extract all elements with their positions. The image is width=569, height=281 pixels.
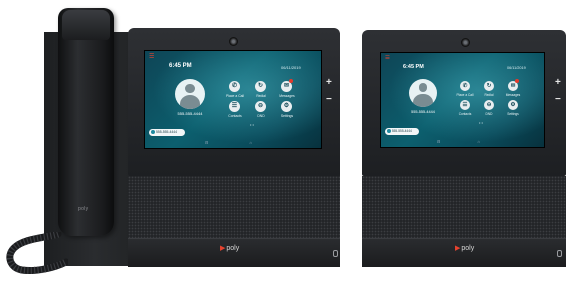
caller-number: 555-555-4444 — [411, 110, 435, 114]
page-indicator: • • — [479, 120, 483, 125]
volume-down-button-2[interactable]: − — [555, 95, 561, 105]
line-key-pill[interactable]: 555-555-4444 — [149, 129, 185, 136]
poly-logo-mark-icon: ▶ — [220, 245, 226, 252]
touchscreen-2[interactable]: ☰ 6:45 PM 06/11/2019 555-555-4444 ✆ Plac… — [380, 52, 545, 148]
base-footer-2 — [362, 238, 566, 267]
messages-badge — [289, 79, 293, 83]
clock-date: 06/11/2019 — [281, 65, 301, 70]
volume-down-button-1[interactable]: − — [326, 95, 332, 105]
place-call-icon[interactable]: ✆ — [229, 81, 240, 92]
dnd-icon[interactable]: ⊖ — [255, 101, 266, 112]
poly-logo-text-1: poly — [226, 245, 240, 252]
caller-number: 555-555-4444 — [177, 111, 203, 116]
tile-label-settings: Settings — [507, 112, 519, 116]
contacts-icon[interactable]: ☰ — [460, 100, 470, 110]
line-key-label: 555-555-4444 — [155, 130, 178, 134]
contact-avatar-icon — [409, 79, 437, 107]
poly-logo-text-2: poly — [461, 245, 475, 252]
settings-gear-icon[interactable]: ⚙ — [508, 100, 518, 110]
dnd-icon[interactable]: ⊖ — [484, 100, 494, 110]
redial-icon[interactable]: ↻ — [255, 81, 266, 92]
handset-earpiece — [62, 10, 110, 40]
handset[interactable] — [58, 8, 114, 236]
settings-gear-icon[interactable]: ⚙ — [281, 101, 292, 112]
messages-badge — [515, 79, 519, 83]
place-call-icon[interactable]: ✆ — [460, 81, 470, 91]
line-status-icon — [387, 129, 391, 134]
clock-date: 06/11/2019 — [507, 66, 526, 70]
camera-lens-1 — [229, 37, 238, 46]
redial-icon[interactable]: ↻ — [484, 81, 494, 91]
line-key-pill[interactable]: 555-555-4444 — [385, 128, 419, 135]
handset-brand-label: poly — [78, 206, 89, 212]
contacts-icon[interactable]: ☰ — [229, 101, 240, 112]
menu-icon[interactable]: ☰ — [385, 55, 390, 61]
line-key-label: 555-555-4444 — [391, 129, 412, 133]
contact-avatar-icon — [175, 79, 205, 109]
line-status-icon — [151, 130, 155, 135]
volume-up-button-2[interactable]: + — [555, 78, 561, 88]
poly-logo-1: ▶poly — [220, 244, 239, 252]
speaker-grille-2 — [362, 176, 566, 238]
clock-time: 6:45 PM — [403, 64, 424, 70]
volume-up-button-1[interactable]: + — [326, 78, 332, 88]
page-indicator: • • — [250, 122, 254, 127]
menu-icon[interactable]: ☰ — [149, 53, 154, 60]
screen-nav-bar[interactable]: ⊟ ⌂ — [437, 139, 498, 144]
tile-label-messages: Messages — [279, 94, 295, 98]
mute-mic-icon-2[interactable] — [556, 250, 562, 257]
poly-logo-mark-icon: ▶ — [455, 245, 461, 252]
camera-lens-2 — [461, 38, 470, 47]
tile-label-messages: Messages — [505, 93, 521, 97]
screen-nav-bar[interactable]: ⊟ ⌂ — [205, 140, 272, 145]
base-footer-1 — [128, 238, 340, 267]
tile-label-settings: Settings — [280, 114, 294, 118]
speaker-grille-1 — [128, 176, 340, 238]
touchscreen-1[interactable]: ☰ 6:45 PM 06/11/2019 555-555-4444 ✆ Plac… — [144, 50, 322, 149]
handset-cord — [6, 232, 68, 274]
mute-mic-icon-1[interactable] — [332, 250, 338, 257]
poly-logo-2: ▶poly — [455, 244, 474, 252]
clock-time: 6:45 PM — [169, 63, 192, 69]
